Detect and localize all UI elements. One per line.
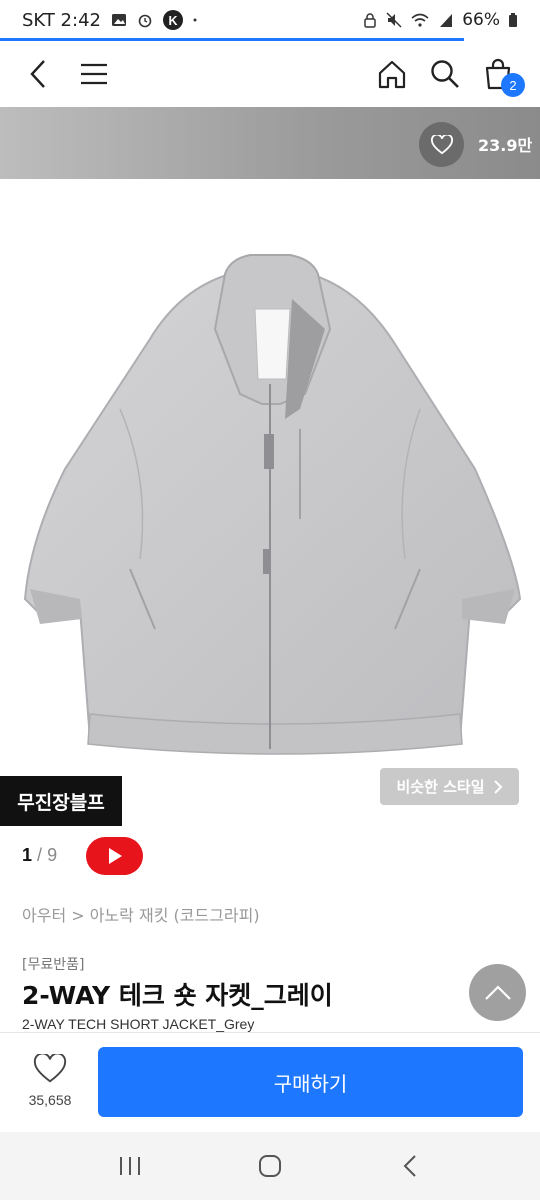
wishlist-button[interactable]: 35,658 [22, 1052, 78, 1108]
product-title: 2-WAY 테크 숏 자켓_그레이 [22, 981, 333, 1010]
chevron-right-icon [493, 779, 502, 794]
jacket-illustration [23, 254, 522, 755]
dot-icon [193, 18, 197, 22]
buy-button[interactable]: 구매하기 [98, 1047, 523, 1117]
battery-icon [509, 13, 517, 27]
signal-icon [440, 14, 453, 27]
brand-tag: 무진장블프 [0, 776, 122, 826]
carrier-time: SKT 2:42 [22, 9, 101, 31]
hero-like-count: 23.9만 [478, 136, 533, 155]
product-image[interactable] [0, 179, 540, 829]
heart-outline-icon [33, 1052, 67, 1083]
status-bar: SKT 2:42 K 66% [0, 0, 540, 40]
svg-text:K: K [168, 14, 177, 28]
pager-separator: / [37, 845, 43, 865]
cart-button[interactable]: 2 [477, 53, 525, 97]
back-chevron-icon [403, 1155, 416, 1177]
free-return-badge: [무료반품] [22, 957, 85, 973]
back-system-button[interactable] [390, 1146, 430, 1186]
hamburger-icon [81, 63, 107, 85]
mute-icon [386, 12, 402, 28]
image-pager: 1 / 9 [22, 845, 57, 866]
home-button[interactable] [371, 53, 413, 95]
gallery-icon [111, 14, 126, 26]
pager-current: 1 [22, 845, 33, 865]
k-app-icon: K [162, 10, 183, 30]
menu-button[interactable] [73, 53, 115, 95]
system-nav-bar [0, 1132, 540, 1200]
battery-percent: 66% [462, 10, 500, 30]
similar-style-label: 비슷한 스타일 [396, 778, 485, 796]
search-button[interactable] [424, 53, 466, 95]
recents-icon [120, 1157, 140, 1175]
search-icon [431, 60, 459, 88]
product-subtitle: 2-WAY TECH SHORT JACKET_Grey [22, 1016, 255, 1032]
recents-button[interactable] [110, 1146, 150, 1186]
category-breadcrumb[interactable]: 아우터 > 아노락 재킷 (코드그라피) [22, 902, 260, 926]
pager-total: 9 [47, 845, 58, 865]
youtube-button[interactable] [86, 837, 143, 875]
home-system-button[interactable] [250, 1146, 290, 1186]
scroll-to-top-button[interactable] [469, 964, 526, 1021]
hero-like-button[interactable] [419, 122, 464, 167]
back-button[interactable] [18, 53, 60, 95]
cart-count-badge: 2 [501, 73, 525, 97]
chevron-left-icon [30, 60, 45, 88]
heart-icon [430, 134, 453, 154]
home-circle-icon [259, 1155, 281, 1177]
play-icon [108, 848, 122, 864]
top-nav: 2 [0, 41, 540, 107]
home-icon [378, 60, 406, 89]
lock-icon [364, 13, 376, 28]
similar-style-button[interactable]: 비슷한 스타일 [380, 768, 519, 805]
alarm-icon [138, 14, 152, 28]
chevron-up-icon [484, 984, 511, 1000]
wifi-icon [411, 13, 429, 27]
wishlist-count: 35,658 [28, 1092, 72, 1108]
